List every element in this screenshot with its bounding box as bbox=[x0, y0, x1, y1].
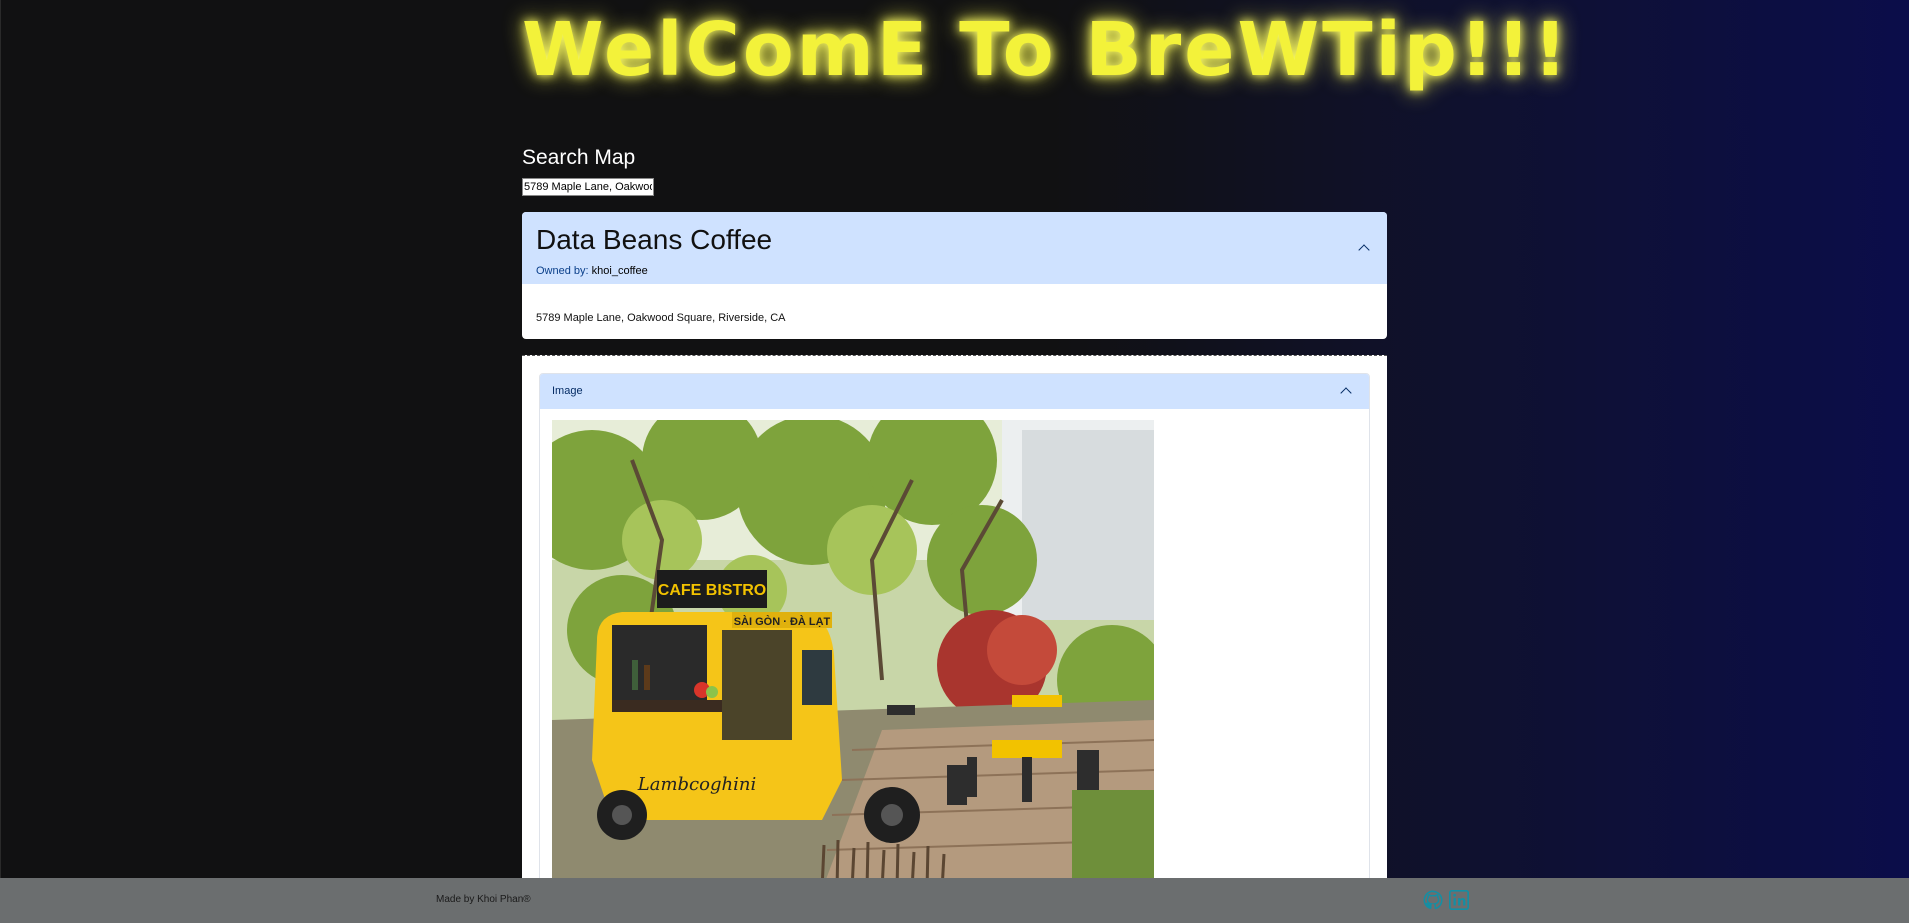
cafe-photo: CAFE BISTRO SÀI GÒN · ĐÀ LẠT Lambcoghini bbox=[552, 420, 1154, 879]
shop-accordion-header[interactable]: Data Beans Coffee Owned by: khoi_coffee bbox=[522, 212, 1387, 284]
chevron-up-icon[interactable] bbox=[1340, 387, 1352, 399]
page-edge bbox=[0, 0, 1, 923]
search-map-heading: Search Map bbox=[522, 146, 636, 169]
svg-text:SÀI GÒN · ĐÀ LẠT: SÀI GÒN · ĐÀ LẠT bbox=[734, 615, 831, 628]
owner-label: Owned by: bbox=[536, 265, 589, 277]
shop-name: Data Beans Coffee bbox=[536, 224, 773, 255]
footer-credit: Made by Khoi Phan® bbox=[436, 894, 531, 905]
site-footer: Made by Khoi Phan® bbox=[0, 878, 1909, 923]
shop-address: 5789 Maple Lane, Oakwood Square, Riversi… bbox=[536, 312, 786, 324]
svg-text:CAFE BISTRO: CAFE BISTRO bbox=[658, 582, 766, 599]
search-input[interactable] bbox=[522, 178, 654, 196]
owner-name: khoi_coffee bbox=[591, 265, 648, 277]
linkedin-icon[interactable] bbox=[1448, 889, 1470, 911]
image-accordion-header[interactable]: Image bbox=[540, 374, 1369, 409]
site-title: WelComE To BreWTip!!! bbox=[522, 7, 1571, 93]
image-accordion: Image CAFE BISTRO SÀI GÒN · ĐÀ LẠT Lambc… bbox=[539, 373, 1370, 879]
image-accordion-label: Image bbox=[552, 385, 583, 397]
owner-line: Owned by: khoi_coffee bbox=[536, 265, 648, 277]
github-icon[interactable] bbox=[1422, 889, 1444, 911]
svg-text:Lambcoghini: Lambcoghini bbox=[637, 774, 756, 795]
shop-card: Data Beans Coffee Owned by: khoi_coffee … bbox=[522, 212, 1387, 339]
shop-detail-panel: Image CAFE BISTRO SÀI GÒN · ĐÀ LẠT Lambc… bbox=[522, 355, 1387, 879]
chevron-up-icon[interactable] bbox=[1358, 244, 1370, 256]
